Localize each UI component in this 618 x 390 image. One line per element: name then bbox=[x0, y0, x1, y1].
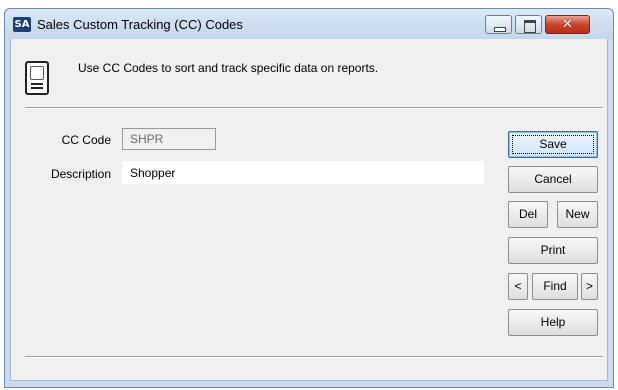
help-button[interactable]: Help bbox=[508, 309, 598, 336]
title-bar[interactable]: SA Sales Custom Tracking (CC) Codes ✕ bbox=[5, 9, 613, 39]
description-field[interactable] bbox=[122, 161, 484, 184]
bottom-divider bbox=[25, 356, 603, 358]
print-button[interactable]: Print bbox=[508, 237, 598, 264]
gear-icon bbox=[30, 66, 44, 80]
window-title: Sales Custom Tracking (CC) Codes bbox=[37, 17, 243, 32]
new-button[interactable]: New bbox=[557, 201, 598, 228]
app-icon: SA bbox=[13, 17, 31, 32]
text-lines-icon bbox=[31, 83, 43, 89]
close-icon: ✕ bbox=[562, 17, 573, 32]
cc-code-label: CC Code bbox=[61, 133, 111, 147]
dialog-body: Use CC Codes to sort and track specific … bbox=[10, 39, 608, 381]
focus-indicator bbox=[512, 135, 594, 154]
close-button[interactable]: ✕ bbox=[545, 15, 590, 34]
minimize-button[interactable] bbox=[485, 15, 512, 34]
cancel-button[interactable]: Cancel bbox=[508, 166, 598, 193]
delete-button[interactable]: Del bbox=[508, 201, 548, 228]
find-button[interactable]: Find bbox=[532, 273, 578, 300]
cc-code-field[interactable] bbox=[122, 128, 216, 150]
description-label: Description bbox=[50, 167, 111, 181]
info-text: Use CC Codes to sort and track specific … bbox=[78, 61, 379, 75]
document-gear-icon bbox=[25, 61, 49, 95]
top-divider bbox=[25, 107, 603, 109]
dialog-window: SA Sales Custom Tracking (CC) Codes ✕ Us… bbox=[4, 8, 614, 388]
previous-record-button[interactable]: < bbox=[508, 273, 528, 300]
save-button[interactable]: Save bbox=[508, 131, 598, 158]
next-record-button[interactable]: > bbox=[581, 273, 598, 300]
maximize-button[interactable] bbox=[515, 15, 542, 34]
